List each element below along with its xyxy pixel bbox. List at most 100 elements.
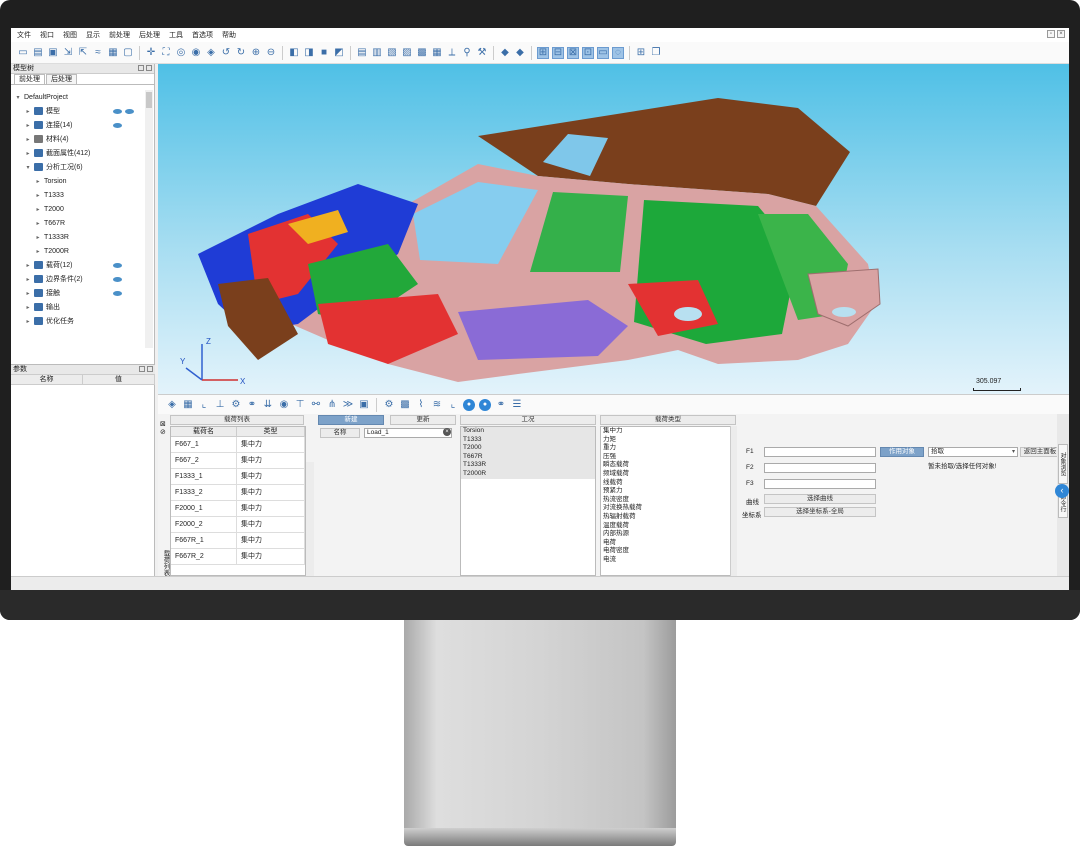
- load-type-item[interactable]: 热辐射载荷: [601, 513, 735, 522]
- new-file-icon[interactable]: ▭: [17, 47, 29, 59]
- table-row[interactable]: F667_2 集中力: [171, 453, 305, 469]
- tree-item[interactable]: ▾ 分析工况(6): [25, 160, 83, 174]
- tree-item[interactable]: ▸ T2000R: [35, 244, 68, 258]
- tree-item[interactable]: ▸ T667R: [35, 216, 65, 230]
- table-icon[interactable]: ☰: [511, 399, 523, 411]
- back-main-panel-button[interactable]: 返回主面板: [1020, 447, 1060, 457]
- view-bottom-icon[interactable]: ▥: [371, 47, 383, 59]
- tree-root[interactable]: ▾ DefaultProject: [15, 90, 67, 104]
- visibility-eye-icon[interactable]: [125, 109, 134, 114]
- tree-item[interactable]: ▸ Torsion: [35, 174, 66, 188]
- close-icon[interactable]: ×: [1057, 30, 1065, 38]
- optimize-icon[interactable]: ≫: [342, 399, 354, 411]
- f2-input[interactable]: [764, 463, 876, 473]
- tab-preprocess[interactable]: 前处理: [14, 74, 45, 84]
- chevron-right-icon[interactable]: ▸: [35, 220, 41, 227]
- tree-item[interactable]: ▸ 接触: [25, 286, 60, 300]
- chevron-down-icon[interactable]: ▾: [25, 164, 31, 171]
- menu-view[interactable]: 视图: [63, 30, 77, 40]
- menu-file[interactable]: 文件: [17, 30, 31, 40]
- 3d-viewport[interactable]: Z X Y 305.097: [158, 64, 1069, 394]
- case-list[interactable]: Torsion T1333 T2000 T667R T1333R T2000R: [460, 426, 596, 576]
- view-back-icon[interactable]: ◨: [303, 47, 315, 59]
- boundary-icon[interactable]: ⋔: [326, 399, 338, 411]
- tree-item[interactable]: ▸ 边界条件(2): [25, 272, 83, 286]
- tree-item[interactable]: ▸ 材料(4): [25, 132, 69, 146]
- menu-tools[interactable]: 工具: [169, 30, 183, 40]
- select-part-icon[interactable]: ⊠: [567, 46, 579, 59]
- tab-object-browser[interactable]: 对象浏览: [1058, 444, 1068, 484]
- view-top-icon[interactable]: ▤: [356, 47, 368, 59]
- target-object-button[interactable]: 作用对象: [880, 447, 924, 457]
- case-list-item[interactable]: T1333R: [461, 461, 595, 470]
- chevron-right-icon[interactable]: ▸: [25, 122, 31, 129]
- curve-icon[interactable]: ⌞: [198, 399, 210, 411]
- case-list-item[interactable]: Torsion: [461, 427, 595, 436]
- close-panel-icon[interactable]: [146, 65, 152, 71]
- chevron-right-icon[interactable]: ▸: [25, 290, 31, 297]
- tree-item[interactable]: ▸ 输出: [25, 300, 60, 314]
- update-load-button[interactable]: 更新: [390, 415, 456, 425]
- visibility-eye-icon[interactable]: [113, 291, 122, 296]
- load-type-list[interactable]: 集中力 力矩 重力 压强 瞬态载荷 频域载荷 线载荷 预紧力 热流密度 对流换热载荷 热辐射载荷 温度…: [600, 426, 736, 576]
- select-coord-button[interactable]: 选择坐标系-全局: [764, 507, 876, 517]
- chevron-right-icon[interactable]: ▸: [35, 206, 41, 213]
- table-row[interactable]: F667R_2 集中力: [171, 549, 305, 565]
- load-type-item[interactable]: 重力: [601, 444, 735, 453]
- visibility-eye-icon[interactable]: [113, 277, 122, 282]
- menu-viewport[interactable]: 视口: [40, 30, 54, 40]
- chevron-right-icon[interactable]: ▸: [25, 304, 31, 311]
- info-icon[interactable]: ●: [463, 398, 475, 411]
- rotate-icon[interactable]: ◎: [175, 47, 187, 59]
- view-iso2-icon[interactable]: ▩: [416, 47, 428, 59]
- chevron-right-icon[interactable]: ▸: [25, 276, 31, 283]
- clear-input-icon[interactable]: ×: [443, 428, 451, 436]
- collapse-panel-icon[interactable]: ‹: [1055, 484, 1069, 498]
- table-row[interactable]: F2000_1 集中力: [171, 501, 305, 517]
- load-type-item[interactable]: 温度载荷: [601, 522, 735, 531]
- chevron-right-icon[interactable]: ▸: [25, 136, 31, 143]
- tree-item[interactable]: ▸ 模型: [25, 104, 60, 118]
- load-type-item[interactable]: 电荷密度: [601, 547, 735, 556]
- contact-icon[interactable]: ⚯: [310, 399, 322, 411]
- rotate-right-icon[interactable]: ↻: [235, 47, 247, 59]
- chevron-right-icon[interactable]: ▸: [25, 262, 31, 269]
- load-name-input[interactable]: Load_1: [364, 428, 452, 438]
- float-icon[interactable]: [139, 366, 145, 372]
- menu-preprocess[interactable]: 前处理: [109, 30, 130, 40]
- load-type-item[interactable]: 频域载荷: [601, 470, 735, 479]
- load-type-item[interactable]: 预紧力: [601, 487, 735, 496]
- new-load-button[interactable]: 新建: [318, 415, 384, 425]
- tree-item[interactable]: ▸ T1333: [35, 188, 63, 202]
- restore-icon[interactable]: ▫: [1047, 30, 1055, 38]
- tree-item[interactable]: ▸ 连接(14): [25, 118, 72, 132]
- load-type-item[interactable]: 集中力: [601, 427, 735, 436]
- section-icon[interactable]: ⊤: [294, 399, 306, 411]
- view-solid-icon[interactable]: ■: [318, 47, 330, 59]
- zoom-in-icon[interactable]: ⊕: [250, 47, 262, 59]
- case-list-item[interactable]: T667R: [461, 453, 595, 462]
- float-icon[interactable]: [138, 65, 144, 71]
- display-mode2-icon[interactable]: ◆: [514, 47, 526, 59]
- grid-icon[interactable]: ▩: [399, 399, 411, 411]
- f3-input[interactable]: [764, 479, 876, 489]
- table-row[interactable]: F667R_1 集中力: [171, 533, 305, 549]
- close-panel-icon[interactable]: [147, 366, 153, 372]
- plot-icon[interactable]: ⌇: [415, 399, 427, 411]
- layout-icon[interactable]: ⊞: [635, 47, 647, 59]
- mesh-icon[interactable]: ▦: [182, 399, 194, 411]
- export-icon[interactable]: ⇱: [77, 47, 89, 59]
- menu-postprocess[interactable]: 后处理: [139, 30, 160, 40]
- load-type-item[interactable]: 电流: [601, 556, 735, 565]
- tree-item[interactable]: ▸ 截面属性(412): [25, 146, 90, 160]
- undock-icon[interactable]: ⊘: [160, 428, 166, 436]
- display-mode-icon[interactable]: ◆: [499, 47, 511, 59]
- fit-icon[interactable]: ⛶: [160, 47, 172, 59]
- import-icon[interactable]: ⇲: [62, 47, 74, 59]
- pick-mode-select[interactable]: 拾取 ▾: [928, 447, 1018, 457]
- car-body-model[interactable]: [158, 64, 1069, 394]
- select-box-icon[interactable]: ▭: [597, 46, 609, 59]
- tree-scrollbar[interactable]: [145, 90, 153, 348]
- view-left-icon[interactable]: ▧: [386, 47, 398, 59]
- table-row[interactable]: F1333_1 集中力: [171, 469, 305, 485]
